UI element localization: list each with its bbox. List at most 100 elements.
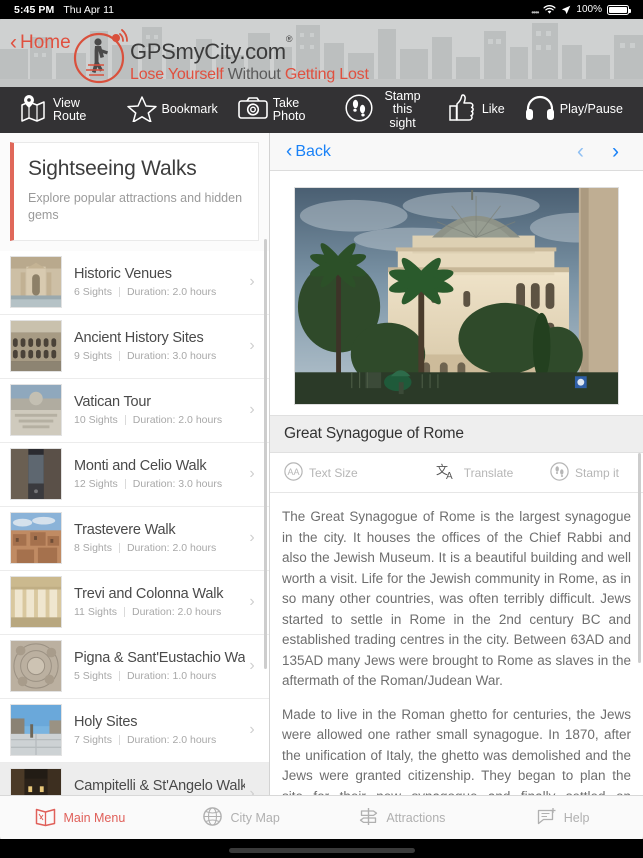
walk-duration: Duration: 2.0 hours bbox=[127, 734, 216, 746]
map-pin-icon bbox=[18, 93, 48, 128]
text-size-button[interactable]: AA Text Size bbox=[284, 462, 358, 484]
chevron-right-icon: › bbox=[245, 657, 259, 675]
st-peters-square-thumb bbox=[10, 384, 62, 436]
tagline-part-3: Getting Lost bbox=[285, 66, 369, 83]
footprints-icon bbox=[550, 462, 569, 484]
walk-title: Vatican Tour bbox=[74, 394, 245, 410]
toolbar-take-photo[interactable]: Take Photo bbox=[238, 96, 325, 125]
svg-text:A: A bbox=[446, 471, 453, 481]
walk-duration: Duration: 1.0 hours bbox=[127, 670, 216, 682]
sight-description[interactable]: The Great Synagogue of Rome is the large… bbox=[270, 493, 643, 824]
divider bbox=[119, 671, 120, 681]
divider bbox=[119, 287, 120, 297]
walk-sights-count: 8 Sights bbox=[74, 542, 112, 554]
app-window: ‹ Home bbox=[0, 19, 643, 839]
text-size-label: Text Size bbox=[309, 466, 358, 480]
tablet-device-frame: 5:45 PM Thu Apr 11 •••• 100% bbox=[0, 0, 643, 858]
walk-title: Trastevere Walk bbox=[74, 522, 245, 538]
list-item[interactable]: Vatican Tour 10 Sights Duration: 2.0 hou… bbox=[0, 379, 269, 443]
divider bbox=[125, 479, 126, 489]
chevron-right-icon: › bbox=[245, 465, 259, 483]
list-item[interactable]: Trastevere Walk 8 Sights Duration: 2.0 h… bbox=[0, 507, 269, 571]
divider bbox=[119, 735, 120, 745]
divider bbox=[119, 351, 120, 361]
walk-title: Ancient History Sites bbox=[74, 330, 245, 346]
tab-help[interactable]: Help bbox=[482, 806, 643, 830]
toolbar-label: Like bbox=[482, 103, 505, 116]
tab-attractions[interactable]: Attractions bbox=[322, 806, 483, 830]
walk-sights-count: 6 Sights bbox=[74, 286, 112, 298]
walks-scroll-area[interactable]: Sightseeing Walks Explore popular attrac… bbox=[0, 133, 269, 824]
list-item[interactable]: Pigna & Sant'Eustachio Walk 5 Sights Dur… bbox=[0, 635, 269, 699]
star-icon bbox=[127, 94, 157, 127]
tab-main-menu[interactable]: Main Menu bbox=[0, 806, 161, 830]
list-item[interactable]: Trevi and Colonna Walk 11 Sights Duratio… bbox=[0, 571, 269, 635]
sight-action-bar: AA Text Size 文A Translate bbox=[270, 453, 643, 493]
previous-sight-button[interactable]: ‹ bbox=[577, 140, 584, 164]
camera-icon bbox=[238, 96, 268, 125]
walks-sidebar: Sightseeing Walks Explore popular attrac… bbox=[0, 133, 270, 824]
toolbar-label: Play/Pause bbox=[560, 103, 623, 116]
detail-navigation-bar: ‹ Back ‹ › bbox=[270, 133, 643, 171]
signal-dots-icon: •••• bbox=[531, 8, 538, 17]
brand-name: GPSmyCity.com® bbox=[130, 39, 369, 65]
colosseum-thumb bbox=[10, 320, 62, 372]
rooftops-thumb bbox=[10, 512, 62, 564]
tagline-part-2: Without bbox=[228, 66, 281, 83]
divider bbox=[125, 415, 126, 425]
tab-label: Help bbox=[564, 811, 590, 825]
home-indicator[interactable] bbox=[229, 848, 415, 853]
sight-detail-pane: ‹ Back ‹ › bbox=[270, 133, 643, 824]
battery-full-icon bbox=[607, 5, 629, 15]
tab-label: City Map bbox=[230, 811, 279, 825]
walk-duration: Duration: 2.0 hours bbox=[127, 542, 216, 554]
action-toolbar: View Route Bookmark Take Photo Stamp thi… bbox=[0, 87, 643, 133]
text-size-icon: AA bbox=[284, 462, 303, 484]
walks-list: Historic Venues 6 Sights Duration: 2.0 h… bbox=[0, 251, 269, 824]
bottom-tab-bar: Main Menu City Map Attractions Help bbox=[0, 795, 643, 839]
list-item[interactable]: Monti and Celio Walk 12 Sights Duration:… bbox=[0, 443, 269, 507]
home-back-link[interactable]: ‹ Home bbox=[10, 31, 71, 55]
chat-plus-icon bbox=[536, 806, 557, 830]
wifi-icon bbox=[543, 5, 556, 15]
stamp-it-label: Stamp it bbox=[575, 466, 619, 480]
walk-sights-count: 11 Sights bbox=[74, 606, 117, 618]
toolbar-label: Take Photo bbox=[273, 97, 325, 123]
toolbar-play-pause[interactable]: Play/Pause bbox=[525, 95, 623, 126]
back-button[interactable]: ‹ Back bbox=[286, 141, 331, 163]
translate-button[interactable]: 文A Translate bbox=[436, 462, 514, 484]
list-item[interactable]: Historic Venues 6 Sights Duration: 2.0 h… bbox=[0, 251, 269, 315]
tab-city-map[interactable]: City Map bbox=[161, 806, 322, 830]
piazza-thumb bbox=[10, 704, 62, 756]
street-night-thumb bbox=[10, 448, 62, 500]
detail-scrollbar[interactable] bbox=[638, 453, 641, 663]
list-item[interactable]: Holy Sites 7 Sights Duration: 2.0 hours … bbox=[0, 699, 269, 763]
toolbar-view-route[interactable]: View Route bbox=[18, 93, 107, 128]
location-arrow-icon bbox=[561, 5, 571, 15]
walk-title: Monti and Celio Walk bbox=[74, 458, 245, 474]
home-label: Home bbox=[20, 32, 71, 54]
walk-sights-count: 5 Sights bbox=[74, 670, 112, 682]
stamp-it-button[interactable]: Stamp it bbox=[550, 462, 619, 484]
footprints-icon bbox=[345, 94, 373, 127]
toolbar-stamp-this-sight[interactable]: Stamp this sight bbox=[345, 90, 427, 129]
toolbar-like[interactable]: Like bbox=[447, 94, 505, 127]
great-synagogue-of-rome-photo[interactable] bbox=[294, 187, 619, 405]
trademark-symbol: ® bbox=[286, 34, 292, 44]
battery-percent: 100% bbox=[576, 4, 602, 15]
walk-duration: Duration: 2.0 hours bbox=[133, 414, 222, 426]
toolbar-label: Bookmark bbox=[162, 103, 218, 116]
walk-title: Trevi and Colonna Walk bbox=[74, 586, 245, 602]
list-item[interactable]: Ancient History Sites 9 Sights Duration:… bbox=[0, 315, 269, 379]
next-sight-button[interactable]: › bbox=[612, 140, 619, 164]
toolbar-label: View Route bbox=[53, 97, 107, 123]
brand-tagline: Lose Yourself Without Getting Lost bbox=[130, 66, 369, 84]
pantheon-dome-thumb bbox=[10, 640, 62, 692]
walk-duration: Duration: 2.0 hours bbox=[132, 606, 221, 618]
walk-sights-count: 12 Sights bbox=[74, 478, 118, 490]
toolbar-bookmark[interactable]: Bookmark bbox=[127, 94, 218, 127]
status-bar: 5:45 PM Thu Apr 11 •••• 100% bbox=[0, 0, 643, 19]
sidebar-scrollbar[interactable] bbox=[264, 239, 267, 669]
page-title: Sightseeing Walks bbox=[28, 157, 244, 181]
chevron-right-icon: › bbox=[245, 529, 259, 547]
